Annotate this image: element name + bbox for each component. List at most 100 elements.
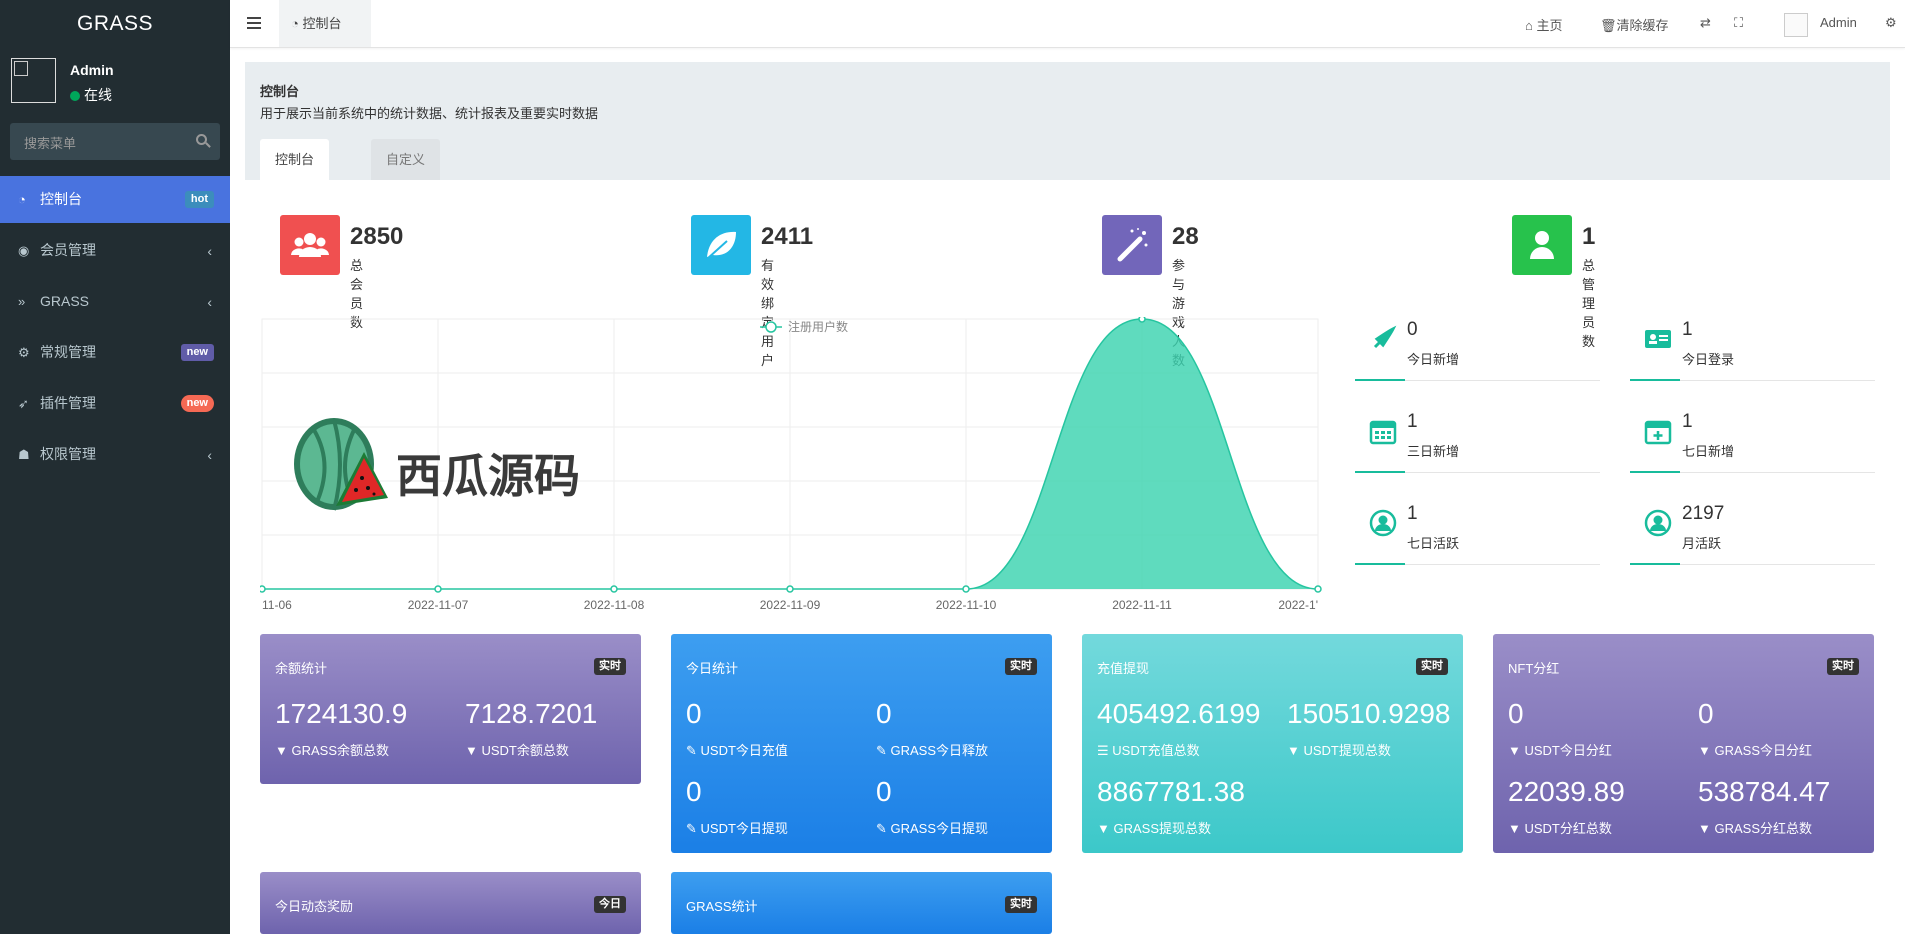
magic-icon: ✎ bbox=[876, 743, 891, 758]
leaf-icon bbox=[691, 215, 751, 275]
card-nft-dividend: NFT分红 实时 0 ▼ USDT今日分红 0 ▼ GRASS今日分红 2203… bbox=[1493, 634, 1874, 853]
card-title: GRASS统计 bbox=[686, 899, 758, 914]
tab-custom[interactable]: 自定义 bbox=[371, 139, 441, 180]
realtime-badge: 实时 bbox=[1005, 658, 1037, 675]
avatar bbox=[11, 58, 56, 103]
sidebar-item-general[interactable]: ⚙ 常规管理 new bbox=[0, 329, 230, 376]
home-label: 主页 bbox=[1536, 18, 1563, 33]
home-link[interactable]: ⌂ 主页 bbox=[1525, 15, 1562, 34]
card-value: 405492.6199 bbox=[1097, 698, 1261, 729]
mini-value: 1 bbox=[1407, 503, 1418, 524]
card-label: ✎ USDT今日提现 bbox=[686, 821, 788, 836]
mini-value: 1 bbox=[1682, 411, 1693, 432]
user-status-label: 在线 bbox=[84, 87, 112, 103]
card-label: ✎ GRASS今日提现 bbox=[876, 821, 989, 836]
double-angle-right-icon: » bbox=[18, 294, 26, 309]
card-label: ✎ USDT今日充值 bbox=[686, 743, 788, 758]
sidebar-item-members[interactable]: ◉ 会员管理 ‹ bbox=[0, 227, 230, 274]
chart-x-tick-label: 2022-11-11 bbox=[1112, 598, 1172, 612]
mini-value: 2197 bbox=[1682, 503, 1725, 524]
card-label: ▼ USDT余额总数 bbox=[465, 743, 569, 758]
settings-icon[interactable]: ⚙ bbox=[1885, 15, 1897, 31]
page-title: 控制台 bbox=[260, 84, 300, 99]
sidebar-menu: ◔ 控制台 hot ◉ 会员管理 ‹ » GRASS ‹ ⚙ 常规管理 new … bbox=[0, 176, 230, 482]
magic-icon: ✎ bbox=[686, 743, 701, 758]
sidebar-item-label: 插件管理 bbox=[40, 395, 96, 411]
menu-toggle-icon[interactable] bbox=[247, 17, 261, 29]
card-value: 0 bbox=[1508, 698, 1524, 729]
user-circle-icon bbox=[1644, 509, 1672, 537]
magic-icon: ✎ bbox=[686, 821, 701, 836]
sidebar-item-dashboard[interactable]: ◔ 控制台 hot bbox=[0, 176, 230, 223]
sidebar-item-label: 会员管理 bbox=[40, 242, 96, 258]
chart-point bbox=[610, 585, 618, 593]
card-value: 538784.47 bbox=[1698, 776, 1831, 807]
calendar-icon bbox=[1369, 420, 1397, 445]
mini-stat-7day-new: 1 七日新增 bbox=[1630, 409, 1875, 473]
card-recharge-withdraw: 充值提现 实时 405492.6199 ☰ USDT充值总数 150510.92… bbox=[1082, 634, 1463, 853]
mini-label: 今日登录 bbox=[1682, 352, 1735, 367]
mini-value: 1 bbox=[1407, 411, 1418, 432]
filter-icon: ▼ bbox=[1287, 743, 1304, 758]
filter-icon: ▼ bbox=[1097, 821, 1114, 836]
chart-legend-marker bbox=[765, 321, 777, 333]
card-value: 0 bbox=[686, 698, 702, 729]
app-logo[interactable]: GRASS bbox=[0, 0, 230, 50]
panel-heading: 控制台 用于展示当前系统中的统计数据、统计报表及重要实时数据 控制台 自定义 bbox=[245, 62, 1890, 180]
watermark-logo: 西瓜源码 bbox=[286, 408, 596, 518]
sidebar-item-permissions[interactable]: ☗ 权限管理 ‹ bbox=[0, 431, 230, 478]
translate-icon[interactable]: ⇄ bbox=[1700, 15, 1711, 31]
mini-value: 1 bbox=[1682, 319, 1693, 340]
realtime-badge: 实时 bbox=[1005, 896, 1037, 913]
admin-menu[interactable]: Admin bbox=[1820, 15, 1857, 30]
group-icon: ☗ bbox=[18, 447, 30, 462]
card-label: ✎ GRASS今日释放 bbox=[876, 743, 989, 758]
card-label: ▼ USDT分红总数 bbox=[1508, 821, 1612, 836]
chart-point bbox=[962, 585, 970, 593]
sidebar-search-input[interactable]: 搜索菜单 bbox=[10, 123, 220, 160]
watermark-text: 西瓜源码 bbox=[396, 449, 580, 503]
mini-stat-today-new: 0 今日新增 bbox=[1355, 317, 1600, 381]
chart-point bbox=[258, 585, 266, 593]
mini-label: 七日活跃 bbox=[1407, 536, 1460, 551]
mini-stat-3day-new: 1 三日新增 bbox=[1355, 409, 1600, 473]
user-name: Admin bbox=[70, 62, 114, 78]
dashboard-icon: ◔ bbox=[18, 192, 26, 207]
card-value: 22039.89 bbox=[1508, 776, 1625, 807]
tab-dashboard[interactable]: ◔ 控制台 bbox=[279, 0, 371, 47]
card-value: 150510.9298 bbox=[1287, 698, 1451, 729]
filter-icon: ▼ bbox=[1508, 821, 1525, 836]
card-value: 0 bbox=[1698, 698, 1714, 729]
fullscreen-icon[interactable]: ⛶ bbox=[1734, 15, 1743, 31]
chart-point bbox=[786, 585, 794, 593]
card-label: ▼ GRASS今日分红 bbox=[1698, 743, 1812, 758]
stat-value: 2850 bbox=[350, 223, 404, 250]
sidebar-item-label: 权限管理 bbox=[40, 446, 96, 462]
card-value: 8867781.38 bbox=[1097, 776, 1245, 807]
sidebar-item-grass[interactable]: » GRASS ‹ bbox=[0, 278, 230, 325]
chevron-left-icon: ‹ bbox=[207, 447, 212, 463]
card-value: 0 bbox=[686, 776, 702, 807]
sidebar-item-plugins[interactable]: ➶ 插件管理 new bbox=[0, 380, 230, 427]
card-value: 0 bbox=[876, 776, 892, 807]
search-placeholder: 搜索菜单 bbox=[24, 136, 77, 151]
card-label: ▼ USDT今日分红 bbox=[1508, 743, 1612, 758]
card-title: 余额统计 bbox=[275, 661, 328, 676]
clear-cache-link[interactable]: 🗑清除缓存 bbox=[1600, 15, 1669, 34]
search-icon[interactable] bbox=[196, 134, 207, 145]
card-label: ▼ GRASS提现总数 bbox=[1097, 821, 1211, 836]
card-balance-stats: 余额统计 实时 1724130.9 ▼ GRASS余额总数 7128.7201 … bbox=[260, 634, 641, 784]
tab-dashboard-panel[interactable]: 控制台 bbox=[260, 139, 330, 180]
mini-stat-monthly-active: 2197 月活跃 bbox=[1630, 501, 1875, 565]
card-title: 今日动态奖励 bbox=[275, 899, 354, 914]
new-badge: new bbox=[180, 344, 214, 361]
top-navbar: ◔ 控制台 ⌂ 主页 🗑清除缓存 ⇄ ⛶ Admin ⚙ bbox=[230, 0, 1905, 48]
admin-avatar[interactable] bbox=[1784, 13, 1808, 37]
filter-icon: ▼ bbox=[1508, 743, 1525, 758]
calendar-plus-icon bbox=[1644, 420, 1672, 445]
mini-value: 0 bbox=[1407, 319, 1418, 340]
rocket-icon: ➶ bbox=[18, 396, 29, 411]
chart-x-tick-label: 11-06 bbox=[262, 598, 292, 612]
chevron-left-icon: ‹ bbox=[207, 294, 212, 310]
realtime-badge: 实时 bbox=[1827, 658, 1859, 675]
